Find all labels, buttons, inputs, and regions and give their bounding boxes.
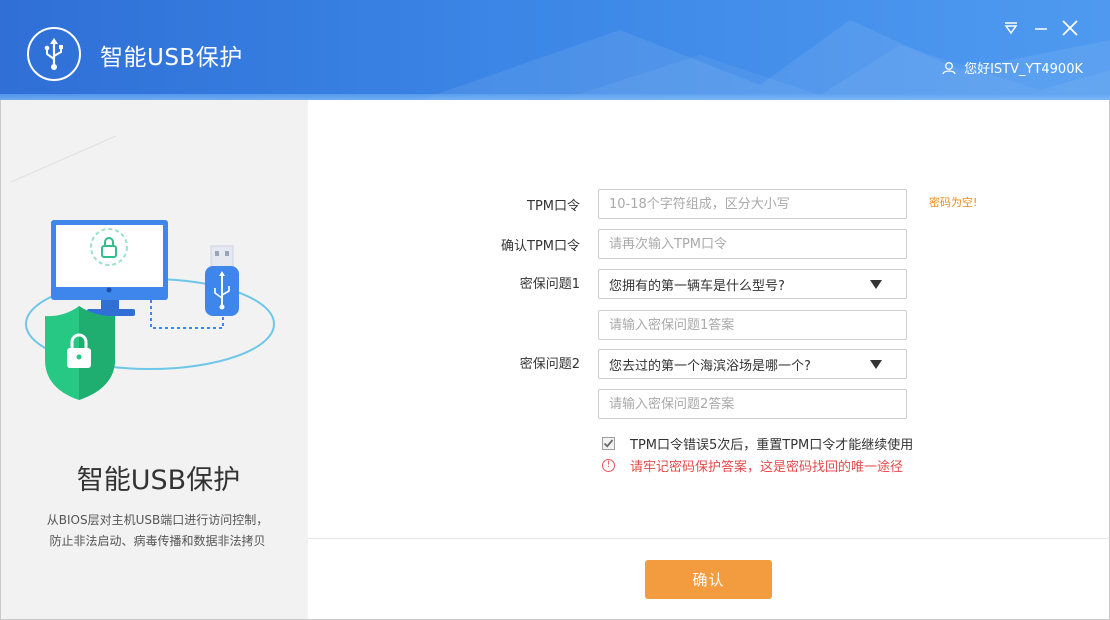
footer-divider	[308, 538, 1110, 539]
security-answer-1-input[interactable]	[598, 310, 907, 340]
reset-option-row: TPM口令错误5次后，重置TPM口令才能继续使用	[602, 434, 913, 453]
tpm-password-error: 密码为空!	[929, 196, 978, 209]
description-line-2: 防止非法启动、病毒传播和数据非法拷贝	[49, 534, 266, 548]
product-name: 智能USB保护	[76, 465, 241, 496]
confirm-password-input[interactable]	[598, 229, 907, 259]
warning-icon: !	[602, 459, 615, 472]
security-question-2-value: 您去过的第一个海滨浴场是哪一个?	[609, 358, 811, 374]
user-greeting: 您好ISTV_YT4900K	[964, 62, 1083, 77]
dropdown-arrow-icon	[870, 279, 882, 289]
reset-option-checkbox[interactable]	[602, 437, 615, 450]
security-question-1-select[interactable]: 您拥有的第一辆车是什么型号?	[598, 269, 907, 299]
user-icon	[942, 61, 956, 74]
usb-logo-icon	[27, 27, 81, 81]
security-question-1-value: 您拥有的第一辆车是什么型号?	[609, 278, 785, 294]
security-question-1-label: 密保问题1	[519, 277, 580, 292]
reset-option-label: TPM口令错误5次后，重置TPM口令才能继续使用	[630, 438, 914, 453]
security-question-2-label: 密保问题2	[519, 357, 580, 372]
title-bar: 智能USB保护 您好ISTV_YT4900K	[0, 0, 1110, 100]
confirm-button[interactable]: 确认	[645, 560, 772, 599]
tpm-password-input[interactable]	[598, 189, 907, 219]
security-question-2-select[interactable]: 您去过的第一个海滨浴场是哪一个?	[598, 349, 907, 379]
user-info[interactable]: 您好ISTV_YT4900K	[942, 58, 1083, 77]
security-answer-2-input[interactable]	[598, 389, 907, 419]
tpm-password-label: TPM口令	[527, 199, 580, 214]
left-panel: 智能USB保护 从BIOS层对主机USB端口进行访问控制， 防止非法启动、病毒传…	[1, 100, 308, 619]
dropdown-arrow-icon	[870, 359, 882, 369]
warning-row: ! 请牢记密码保护答案，这是密码找回的唯一途径	[602, 456, 903, 475]
app-title: 智能USB保护	[100, 45, 243, 71]
description-line-1: 从BIOS层对主机USB端口进行访问控制，	[46, 513, 269, 527]
checkmark-icon	[603, 439, 614, 448]
window-border-left	[0, 100, 1, 620]
minimize-icon[interactable]	[1029, 16, 1053, 40]
dropdown-menu-icon[interactable]	[999, 16, 1023, 40]
product-description: 从BIOS层对主机USB端口进行访问控制， 防止非法启动、病毒传播和数据非法拷贝	[1, 510, 308, 552]
close-icon[interactable]	[1058, 16, 1082, 40]
usb-protection-illustration	[10, 135, 275, 400]
warning-text: 请牢记密码保护答案，这是密码找回的唯一途径	[630, 460, 904, 475]
confirm-password-label: 确认TPM口令	[501, 239, 580, 254]
